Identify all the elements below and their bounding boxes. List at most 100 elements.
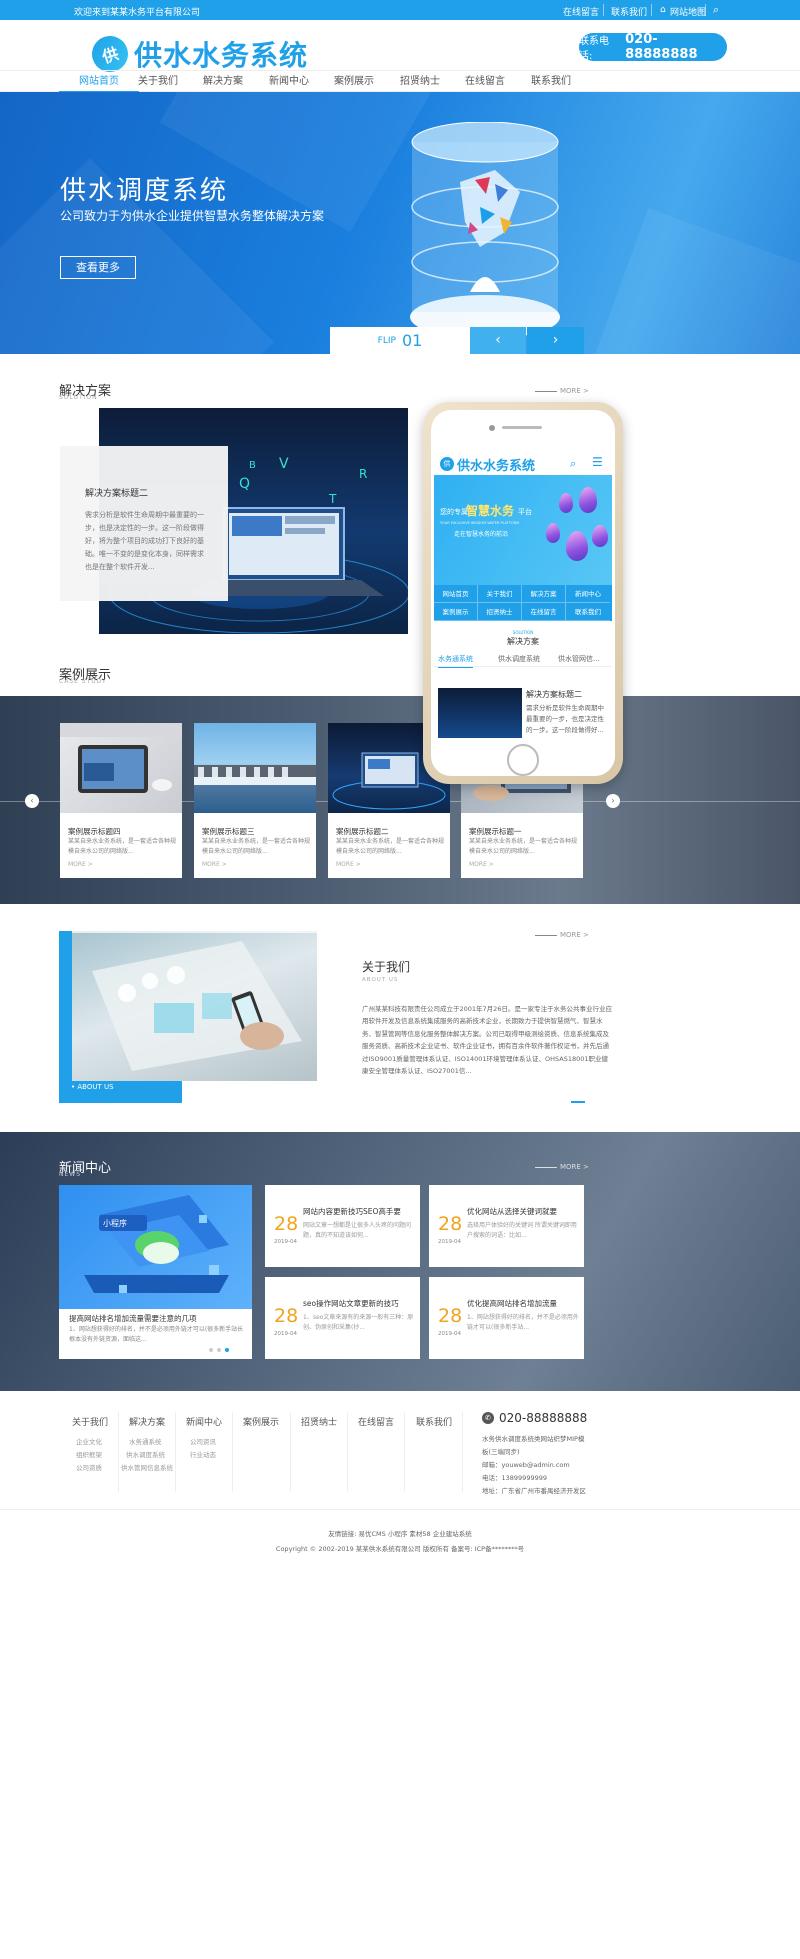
news-day: 28	[438, 1305, 463, 1327]
footer-col-title[interactable]: 联系我们	[416, 1415, 452, 1428]
phone-logo: 供 供水水务系统	[440, 455, 535, 474]
nav-item-contact[interactable]: 联系我们	[511, 71, 591, 93]
phone-nav-item[interactable]: 新闻中心	[566, 585, 610, 603]
case-title: 案例展示标题二	[336, 827, 389, 836]
about-title: 关于我们	[362, 960, 411, 974]
solution-card-title: 解决方案标题二	[85, 489, 149, 499]
divider	[603, 4, 604, 16]
dot-icon[interactable]	[225, 1348, 229, 1352]
cases-next-button[interactable]: ›	[606, 794, 620, 808]
case-card[interactable]: 案例展示标题三 某某自来水业务系统，是一套适合各种规模自来水公司的网络版... …	[194, 723, 316, 878]
carousel-dots	[209, 1348, 229, 1352]
logo-text: 供水水务系统	[134, 39, 309, 72]
footer-link[interactable]: 行业动态	[190, 1449, 216, 1459]
banner-line2-text: 走在智慧水务的前沿	[454, 531, 509, 538]
phone-tab[interactable]: 供水调度系统	[498, 654, 540, 664]
banner-small-text: 您的专属	[440, 508, 468, 516]
solution-card-desc: 需求分析是软件生命周期中最重要的一步，也是决定性的一步。这一阶段做得好，将为整个…	[85, 511, 204, 571]
phone-nav-item[interactable]: 在线留言	[522, 603, 566, 621]
footer-contact-line: 水务供水调度系统类网站织梦MIP模	[482, 1435, 585, 1443]
friend-links[interactable]: 友情链接: 易优CMS 小程序 素材58 企业建站系统	[0, 1528, 800, 1538]
flip-number: 01	[401, 331, 423, 350]
solution-card[interactable]: 解决方案标题二 需求分析是软件生命周期中最重要的一步，也是决定性的一步。这一阶段…	[60, 446, 228, 601]
phone-tab[interactable]: 供水管网信...	[558, 654, 612, 664]
phone-icon: ✆	[482, 1412, 494, 1424]
slide-indicator: FLIP 01	[330, 327, 470, 354]
news-date: 2019-04	[274, 1331, 297, 1337]
svg-text:V: V	[279, 456, 289, 472]
footer-link[interactable]: 供水管网信息系统	[121, 1462, 173, 1472]
divider	[0, 1509, 800, 1510]
welcome-text: 欢迎来到某某水务平台有限公司	[74, 8, 201, 18]
case-card[interactable]: 案例展示标题四 某某自来水业务系统，是一套适合各种规模自来水公司的网络版... …	[60, 723, 182, 878]
footer-contact-email: 邮箱：youweb@admin.com	[482, 1461, 570, 1469]
banner-big-text: 智慧水务	[466, 504, 515, 518]
solution-en: SOLUTION	[59, 394, 98, 401]
news-card[interactable]: 28 2019-04 seo操作网站文章更新的技巧 1、seo文章来源有的来源一…	[265, 1277, 420, 1359]
divider	[290, 1412, 291, 1492]
news-more-link[interactable]: MORE >	[560, 1163, 589, 1171]
footer-link[interactable]: 公司资讯	[190, 1436, 216, 1446]
about-label-text: ABOUT US	[77, 1083, 114, 1091]
phone-screen: 供 供水水务系统 ⌕ ☰ 您的专属 智慧水务 平台 YOUR EXCLUSIVE…	[434, 449, 612, 741]
about-more-link[interactable]: MORE >	[560, 931, 589, 939]
footer-col-title[interactable]: 招贤纳士	[301, 1415, 337, 1428]
site-logo[interactable]: 供 供水水务系统	[87, 31, 309, 77]
news-day: 28	[438, 1213, 463, 1235]
phone-nav-item[interactable]: 解决方案	[522, 585, 566, 603]
dot-icon[interactable]	[217, 1348, 221, 1352]
footer-link[interactable]: 供水调度系统	[126, 1449, 165, 1459]
news-card[interactable]: 28 2019-04 优化提高网站排名增加流量 1、网站想获得好的排名，并不是必…	[429, 1277, 584, 1359]
news-desc: 网站文章一想都是让很多人头疼的问题问题，真的不知道该如何...	[303, 1222, 412, 1239]
footer-col-title[interactable]: 解决方案	[129, 1415, 165, 1428]
footer-col-title[interactable]: 关于我们	[72, 1415, 108, 1428]
case-more-link[interactable]: MORE >	[469, 861, 494, 868]
case-title: 案例展示标题一	[469, 827, 522, 836]
phone-item-desc: 需求分析是软件生命周期中最重要的一步，也是决定性的一步。这一阶段做得好...	[526, 704, 604, 734]
news-day: 28	[274, 1305, 299, 1327]
footer-col-title[interactable]: 案例展示	[243, 1415, 279, 1428]
footer-link[interactable]: 企业文化	[76, 1436, 102, 1446]
case-image	[194, 723, 316, 813]
about-text: 广州某某科技有限责任公司成立于2001年7月26日。是一家专注于水务公共事业行业…	[362, 1005, 612, 1076]
case-more-link[interactable]: MORE >	[68, 861, 93, 868]
dot-icon[interactable]	[209, 1348, 213, 1352]
news-card[interactable]: 28 2019-04 网站内容更新技巧SEO高手要 网站文章一想都是让很多人头疼…	[265, 1185, 420, 1267]
top-link-message[interactable]: 在线留言	[563, 5, 599, 18]
phone-nav-item[interactable]: 关于我们	[478, 585, 522, 603]
news-card[interactable]: 28 2019-04 优化网站从选择关键词就要 选择用户体验好的关键词 所谓关键…	[429, 1185, 584, 1267]
slide-next-button[interactable]: ›	[527, 327, 584, 354]
news-feature-card[interactable]: 小程序 提高网站排名增加流量需要注意的几项 1、网站想获得好的排名，并不是必须用…	[59, 1185, 252, 1359]
phone-nav-grid: 网站首页 关于我们 解决方案 新闻中心 案例展示 招贤纳士 在线留言 联系我们	[434, 585, 612, 621]
hero-title: 供水调度系统	[60, 176, 229, 206]
phone-nav-item[interactable]: 联系我们	[566, 603, 610, 621]
copyright: Copyright © 2002-2019 某某供水系统有限公司 版权所有 备案…	[275, 1545, 525, 1553]
divider	[118, 1412, 119, 1492]
phone-nav-item[interactable]: 案例展示	[434, 603, 478, 621]
footer-col-title[interactable]: 在线留言	[358, 1415, 394, 1428]
phone-number: 020-88888888	[625, 32, 698, 62]
search-icon[interactable]: ⌕	[713, 3, 719, 17]
news-title: seo操作网站文章更新的技巧	[303, 1299, 399, 1308]
hero-more-button[interactable]: 查看更多	[60, 256, 136, 279]
svg-text:B: B	[249, 460, 256, 471]
footer-col-title[interactable]: 新闻中心	[186, 1415, 222, 1428]
footer-phone: ✆ 020-88888888	[482, 1411, 587, 1425]
top-link-sitemap[interactable]: 网站地图	[670, 5, 706, 18]
footer-link[interactable]: 水务通系统	[129, 1436, 162, 1446]
search-icon: ⌕	[570, 457, 577, 470]
cases-prev-button[interactable]: ‹	[25, 794, 39, 808]
phone-nav-item[interactable]: 招贤纳士	[478, 603, 522, 621]
slide-prev-button[interactable]: ‹	[470, 327, 526, 354]
top-link-contact[interactable]: 联系我们	[611, 5, 647, 18]
case-more-link[interactable]: MORE >	[336, 861, 361, 868]
case-desc: 某某自来水业务系统，是一套适合各种规模自来水公司的网络版...	[336, 838, 445, 855]
phone-nav-item[interactable]: 网站首页	[434, 585, 478, 603]
solution-more-link[interactable]: MORE >	[560, 387, 589, 395]
case-more-link[interactable]: MORE >	[202, 861, 227, 868]
top-bar: 欢迎来到某某水务平台有限公司 在线留言 联系我们 ⌂ 网站地图 ⌕	[0, 0, 800, 20]
footer-link[interactable]: 公司资质	[76, 1462, 102, 1472]
news-title: 优化网站从选择关键词就要	[467, 1207, 557, 1216]
divider	[404, 1412, 405, 1492]
footer-link[interactable]: 组织框架	[76, 1449, 102, 1459]
